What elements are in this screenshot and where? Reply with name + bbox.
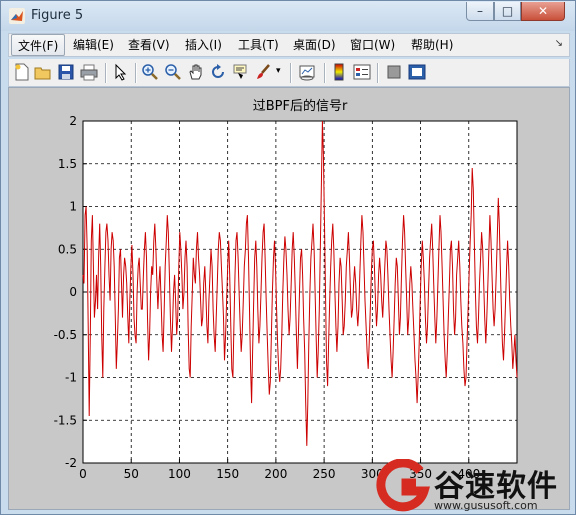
colorbar-icon[interactable]	[330, 63, 348, 81]
toolbar-separator	[324, 63, 326, 83]
edit-plot-icon[interactable]	[112, 63, 130, 81]
toolbar-separator	[377, 63, 379, 83]
toolbar-separator	[135, 63, 137, 83]
close-button[interactable]: ✕	[521, 2, 565, 21]
y-tick-label: -2	[65, 456, 77, 470]
y-tick-label: 1	[69, 200, 77, 214]
open-file-icon[interactable]	[34, 63, 52, 81]
menu-desktop[interactable]: 桌面(D)	[287, 34, 342, 56]
hide-plot-tools-icon[interactable]	[385, 63, 403, 81]
menu-insert[interactable]: 插入(I)	[179, 34, 228, 56]
minimize-button[interactable]: –	[466, 2, 494, 21]
y-tick-label: 0.5	[58, 242, 77, 256]
toolbar-separator	[290, 63, 292, 83]
brush-dropdown-icon[interactable]: ▾	[276, 66, 281, 76]
x-tick-label: 250	[313, 467, 336, 481]
x-tick-label: 0	[79, 467, 87, 481]
title-bar[interactable]: Figure 5 – □ ✕	[1, 1, 575, 31]
y-tick-label: -1.5	[54, 413, 77, 427]
print-icon[interactable]	[80, 63, 98, 81]
menu-bar: 文件(F) 编辑(E) 查看(V) 插入(I) 工具(T) 桌面(D) 窗口(W…	[8, 33, 570, 57]
y-tick-label: -1	[65, 371, 77, 385]
menu-help[interactable]: 帮助(H)	[405, 34, 459, 56]
x-tick-label: 100	[168, 467, 191, 481]
pan-icon[interactable]	[187, 63, 205, 81]
menu-file[interactable]: 文件(F)	[11, 34, 66, 56]
data-cursor-icon[interactable]	[232, 63, 250, 81]
y-tick-label: 1.5	[58, 157, 77, 171]
x-tick-label: 200	[264, 467, 287, 481]
figure-window: Figure 5 – □ ✕ 文件(F) 编辑(E) 查看(V) 插入(I) 工…	[0, 0, 576, 515]
watermark-url: www.gususoft.com	[434, 499, 538, 512]
window-title: Figure 5	[31, 8, 84, 23]
menu-edit[interactable]: 编辑(E)	[67, 34, 120, 56]
watermark-logo-icon	[376, 459, 431, 512]
chart-title: 过BPF后的信号r	[253, 98, 348, 114]
x-tick-label: 50	[124, 467, 139, 481]
toolbar-separator	[105, 63, 107, 83]
brush-icon[interactable]	[255, 63, 273, 81]
new-figure-icon[interactable]	[13, 63, 31, 81]
show-plot-tools-icon[interactable]	[408, 63, 426, 81]
menu-window[interactable]: 窗口(W)	[344, 34, 401, 56]
figure-canvas[interactable]: 0 50 100 150 200 250 300 350 400 2 1.5 1 0.5 0 -0.5 -1-…	[8, 87, 570, 510]
y-tick-label: 0	[69, 285, 77, 299]
save-icon[interactable]	[57, 63, 75, 81]
zoom-in-icon[interactable]	[141, 63, 159, 81]
y-tick-label: 2	[69, 114, 77, 128]
matlab-logo-icon	[9, 8, 25, 24]
legend-icon[interactable]	[353, 63, 371, 81]
figure-toolbar: ▾	[8, 59, 570, 87]
menu-tools[interactable]: 工具(T)	[232, 34, 285, 56]
x-tick-label: 150	[216, 467, 239, 481]
y-tick-label: -0.5	[54, 328, 77, 342]
link-plot-icon[interactable]	[298, 63, 316, 81]
watermark: 谷速软件 www.gususoft.com	[376, 459, 576, 515]
menu-overflow-arrow-icon[interactable]: ↘	[555, 38, 563, 49]
zoom-out-icon[interactable]	[164, 63, 182, 81]
plot-svg: 0 50 100 150 200 250 300 350 40021.510.50-0.5-1-…	[54, 98, 518, 481]
maximize-button[interactable]: □	[494, 2, 521, 21]
rotate-3d-icon[interactable]	[209, 63, 227, 81]
menu-view[interactable]: 查看(V)	[122, 34, 176, 56]
